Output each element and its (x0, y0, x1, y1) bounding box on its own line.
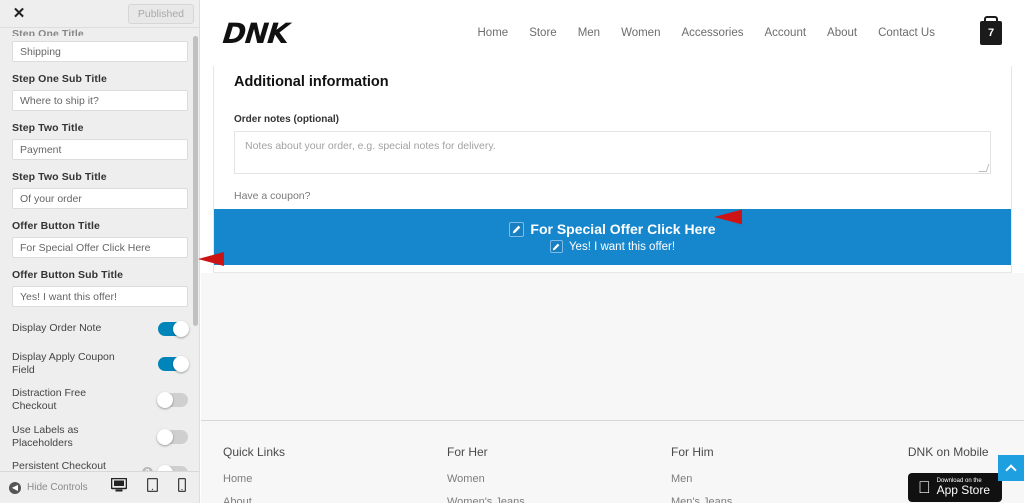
publish-button[interactable]: Published (127, 3, 194, 24)
field-label-step-one-title-clipped: Step One Title (12, 28, 84, 36)
page-whitespace (201, 273, 1024, 420)
device-preview-switcher (110, 477, 199, 497)
footer-column-title: DNK on Mobile (907, 445, 989, 459)
back-to-top-button[interactable] (998, 455, 1024, 481)
setting-row-use-labels-as-placeholders: Use Labels as Placeholders (12, 424, 188, 450)
hide-controls-button[interactable]: ◀ Hide Controls (0, 481, 88, 494)
nav-item-men[interactable]: Men (578, 27, 600, 39)
toggle-knob (173, 356, 189, 373)
setting-control-display-order-note (158, 321, 189, 337)
order-notes-placeholder: Notes about your order, e.g. special not… (245, 140, 496, 152)
setting-label-display-order-note: Display Order Note (12, 322, 102, 335)
toggle-knob (157, 428, 173, 445)
setting-label-use-labels-as-placeholders: Use Labels as Placeholders (12, 423, 79, 449)
toggle-knob (157, 392, 173, 409)
checkout-additional-information-card: Additional information Order notes (opti… (213, 66, 1012, 273)
offer-subtitle-line: Yes! I want this offer! (549, 240, 676, 253)
setting-label-distraction-free-checkout: Distraction Free Checkout (12, 387, 87, 413)
customizer-header: ✕ Published (0, 0, 199, 28)
cart-icon[interactable]: 7 (980, 21, 1002, 45)
chevron-up-icon (1005, 463, 1017, 476)
nav-item-accessories[interactable]: Accessories (681, 27, 743, 39)
app-store-badge[interactable]:  Download on the App Store (907, 473, 1002, 502)
field-input-offer-button-title[interactable]: For Special Offer Click Here (12, 237, 188, 258)
setting-row-display-order-note: Display Order Note (12, 317, 189, 341)
nav-item-women[interactable]: Women (621, 27, 660, 39)
field-input-offer-button-sub-title[interactable]: Yes! I want this offer! (12, 286, 188, 307)
offer-title-text: For Special Offer Click Here (530, 221, 716, 237)
footer-column-title: Quick Links (223, 445, 286, 459)
nav-item-contact-us[interactable]: Contact Us (878, 27, 935, 39)
hide-controls-label: Hide Controls (27, 482, 88, 493)
field-input-step-one-sub-title[interactable]: Where to ship it? (12, 90, 188, 111)
nav-item-account[interactable]: Account (764, 27, 806, 39)
footer-link-women[interactable]: Women (447, 473, 671, 485)
field-label-step-two-title: Step Two Title (12, 122, 84, 134)
tablet-icon[interactable] (146, 477, 159, 497)
nav-item-home[interactable]: Home (478, 27, 509, 39)
main-navigation: Home Store Men Women Accessories Account… (478, 21, 1002, 45)
setting-control-use-labels-as-placeholders (157, 428, 188, 445)
toggle-display-order-note[interactable] (158, 321, 189, 337)
footer-column-dnk-on-mobile: DNK on Mobile  Download on the App Stor… (907, 445, 1002, 503)
customizer-footer: ◀ Hide Controls (0, 471, 199, 503)
footer-column-title: For Her (447, 445, 488, 459)
field-input-step-two-sub-title[interactable]: Of your order (12, 188, 188, 209)
nav-item-about[interactable]: About (827, 27, 857, 39)
site-logo[interactable]: DNK (221, 17, 290, 50)
desktop-icon[interactable] (110, 477, 128, 497)
toggle-knob (173, 321, 189, 337)
field-input-step-one-title[interactable]: Shipping (12, 41, 188, 62)
app-store-badge-text: Download on the App Store (937, 478, 990, 497)
field-input-step-two-title[interactable]: Payment (12, 139, 188, 160)
special-offer-button[interactable]: For Special Offer Click Here Yes! I want… (214, 209, 1011, 265)
wordpress-customizer-panel: ✕ Published Step One Title Shipping Step… (0, 0, 200, 503)
order-notes-label: Order notes (optional) (234, 114, 339, 125)
order-notes-input[interactable]: Notes about your order, e.g. special not… (234, 131, 991, 174)
mobile-icon[interactable] (177, 477, 187, 497)
footer-columns: Quick Links Home About For Her Women Wom… (223, 445, 1002, 503)
page-title: Additional information (234, 74, 389, 90)
toggle-distraction-free-checkout[interactable] (157, 392, 188, 409)
customizer-settings-scroll[interactable]: Step One Title Shipping Step One Sub Tit… (0, 28, 199, 471)
toggle-use-labels-as-placeholders[interactable] (157, 428, 188, 445)
site-preview-iframe: DNK Home Store Men Women Accessories Acc… (201, 0, 1024, 503)
footer-link-mens-jeans[interactable]: Men's Jeans (671, 496, 895, 503)
footer-column-quick-links: Quick Links Home About (223, 445, 447, 503)
setting-control-display-apply-coupon-field (158, 356, 189, 373)
footer-link-about[interactable]: About (223, 496, 447, 503)
site-header: DNK Home Store Men Women Accessories Acc… (201, 0, 1024, 66)
setting-control-distraction-free-checkout (157, 392, 188, 409)
setting-row-distraction-free-checkout: Distraction Free Checkout (12, 387, 188, 413)
footer-link-home[interactable]: Home (223, 473, 447, 485)
customizer-scrollbar[interactable] (193, 36, 198, 326)
close-icon[interactable]: ✕ (10, 5, 28, 23)
app-store-big-text: App Store (936, 483, 990, 498)
field-label-offer-button-sub-title: Offer Button Sub Title (12, 269, 124, 281)
footer-column-title: For Him (671, 445, 714, 459)
pencil-icon[interactable] (509, 221, 525, 237)
setting-row-persistent-checkout-form-data: Persistent Checkout Form Data ? (12, 460, 188, 471)
field-label-step-two-sub-title: Step Two Sub Title (12, 171, 107, 183)
footer-link-men[interactable]: Men (671, 473, 895, 485)
collapse-arrow-icon: ◀ (9, 481, 21, 494)
footer-column-for-him: For Him Men Men's Jeans (671, 445, 895, 503)
resize-handle-icon[interactable] (978, 164, 990, 172)
footer-column-for-her: For Her Women Women's Jeans (447, 445, 671, 503)
site-footer: Quick Links Home About For Her Women Wom… (201, 420, 1024, 503)
setting-label-display-apply-coupon-field: Display Apply Coupon Field (12, 351, 115, 377)
setting-row-display-apply-coupon-field: Display Apply Coupon Field (12, 351, 189, 377)
field-label-step-one-sub-title: Step One Sub Title (12, 73, 107, 85)
screen-root: ✕ Published Step One Title Shipping Step… (0, 0, 1024, 503)
pencil-icon[interactable] (549, 240, 563, 253)
offer-subtitle-text: Yes! I want this offer! (568, 240, 676, 253)
offer-title-line: For Special Offer Click Here (509, 221, 716, 237)
toggle-display-apply-coupon-field[interactable] (158, 356, 189, 373)
field-label-offer-button-title: Offer Button Title (12, 220, 100, 232)
apple-logo-icon:  (918, 479, 931, 496)
have-a-coupon-link[interactable]: Have a coupon? (234, 190, 991, 202)
nav-item-store[interactable]: Store (529, 27, 557, 39)
setting-label-persistent-checkout-form-data: Persistent Checkout Form Data (12, 459, 106, 471)
footer-link-womens-jeans[interactable]: Women's Jeans (447, 496, 671, 503)
